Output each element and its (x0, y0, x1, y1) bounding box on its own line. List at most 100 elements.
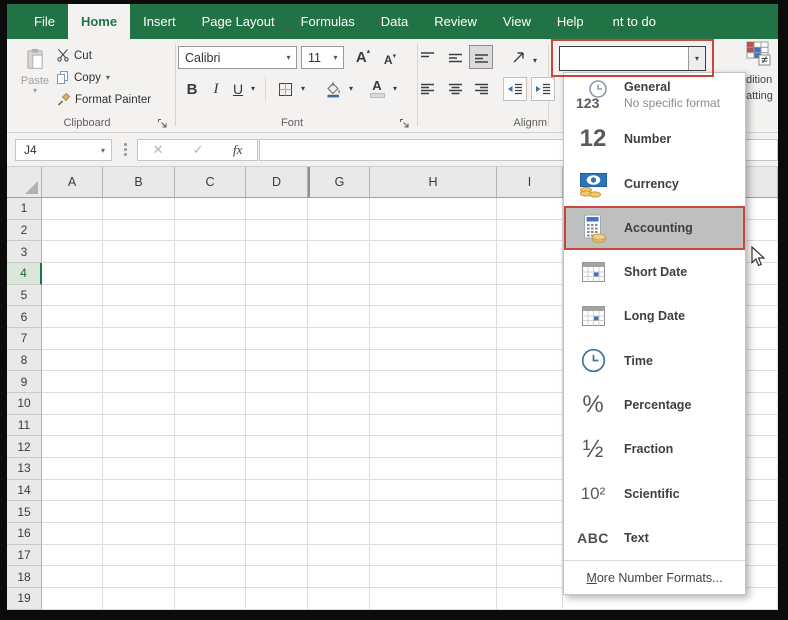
font-size-combobox[interactable]: 11 ▾ (301, 46, 344, 69)
cell-G15[interactable] (308, 501, 370, 523)
copy-button[interactable]: Copy ▾ (57, 68, 110, 87)
number-format-combobox[interactable]: ▾ (559, 46, 706, 71)
row-header-12[interactable]: 12 (7, 436, 42, 458)
cell-H4[interactable] (370, 263, 497, 285)
cell-B4[interactable] (103, 263, 175, 285)
cell-I19[interactable] (497, 588, 563, 610)
cell-C6[interactable] (175, 306, 246, 328)
cell-H15[interactable] (370, 501, 497, 523)
tab-file[interactable]: File (21, 4, 68, 39)
cell-A19[interactable] (42, 588, 103, 610)
cell-I3[interactable] (497, 241, 563, 263)
cell-I13[interactable] (497, 458, 563, 480)
cell-D2[interactable] (246, 220, 308, 242)
cell-H14[interactable] (370, 480, 497, 502)
cell-B6[interactable] (103, 306, 175, 328)
decrease-font-size-button[interactable]: A▾ (379, 48, 401, 72)
format-option-number[interactable]: 12Number (564, 117, 745, 161)
cell-B18[interactable] (103, 566, 175, 588)
column-header-A[interactable]: A (42, 167, 103, 197)
font-dialog-launcher-icon[interactable] (399, 116, 411, 128)
cell-A10[interactable] (42, 393, 103, 415)
cell-A15[interactable] (42, 501, 103, 523)
cell-H1[interactable] (370, 198, 497, 220)
cell-H9[interactable] (370, 371, 497, 393)
formula-bar-grip[interactable] (124, 143, 127, 156)
cell-A3[interactable] (42, 241, 103, 263)
cell-B12[interactable] (103, 436, 175, 458)
enter-icon[interactable]: ✓ (193, 142, 204, 158)
row-header-14[interactable]: 14 (7, 480, 42, 502)
tab-help[interactable]: Help (544, 4, 597, 39)
clipboard-dialog-launcher-icon[interactable] (157, 116, 169, 128)
cell-A11[interactable] (42, 415, 103, 437)
cell-A14[interactable] (42, 480, 103, 502)
cell-G7[interactable] (308, 328, 370, 350)
cell-D10[interactable] (246, 393, 308, 415)
cell-I16[interactable] (497, 523, 563, 545)
cell-C16[interactable] (175, 523, 246, 545)
borders-button[interactable] (275, 77, 295, 101)
tab-view[interactable]: View (490, 4, 544, 39)
cell-G13[interactable] (308, 458, 370, 480)
cell-C13[interactable] (175, 458, 246, 480)
cell-H12[interactable] (370, 436, 497, 458)
cell-A8[interactable] (42, 350, 103, 372)
cell-B14[interactable] (103, 480, 175, 502)
cell-B2[interactable] (103, 220, 175, 242)
cell-D9[interactable] (246, 371, 308, 393)
cell-G10[interactable] (308, 393, 370, 415)
cell-A2[interactable] (42, 220, 103, 242)
row-header-3[interactable]: 3 (7, 241, 42, 263)
cell-C8[interactable] (175, 350, 246, 372)
row-header-9[interactable]: 9 (7, 371, 42, 393)
cell-H18[interactable] (370, 566, 497, 588)
row-header-15[interactable]: 15 (7, 501, 42, 523)
italic-button[interactable]: I (207, 77, 225, 101)
format-option-accounting[interactable]: Accounting (564, 206, 745, 250)
row-header-2[interactable]: 2 (7, 220, 42, 242)
column-header-B[interactable]: B (103, 167, 175, 197)
cell-A16[interactable] (42, 523, 103, 545)
cell-C14[interactable] (175, 480, 246, 502)
cell-B1[interactable] (103, 198, 175, 220)
cell-G11[interactable] (308, 415, 370, 437)
cell-H2[interactable] (370, 220, 497, 242)
format-option-long-date[interactable]: Long Date (564, 294, 745, 338)
cell-I9[interactable] (497, 371, 563, 393)
cell-C11[interactable] (175, 415, 246, 437)
cell-I8[interactable] (497, 350, 563, 372)
underline-button[interactable]: U (229, 77, 247, 101)
cell-I4[interactable] (497, 263, 563, 285)
cell-C4[interactable] (175, 263, 246, 285)
column-header-I[interactable]: I (497, 167, 563, 197)
cell-H17[interactable] (370, 545, 497, 567)
tell-me-text[interactable]: nt to do (613, 4, 656, 39)
cell-G1[interactable] (308, 198, 370, 220)
decrease-indent-button[interactable] (503, 77, 527, 101)
column-header-D[interactable]: D (246, 167, 308, 197)
cell-H7[interactable] (370, 328, 497, 350)
tab-insert[interactable]: Insert (130, 4, 189, 39)
cell-D17[interactable] (246, 545, 308, 567)
column-header-H[interactable]: H (370, 167, 497, 197)
row-header-1[interactable]: 1 (7, 198, 42, 220)
cell-G3[interactable] (308, 241, 370, 263)
increase-font-size-button[interactable]: A▴ (352, 45, 374, 69)
bold-button[interactable]: B (183, 77, 201, 101)
cell-A4[interactable] (42, 263, 103, 285)
cell-G18[interactable] (308, 566, 370, 588)
format-option-short-date[interactable]: Short Date (564, 250, 745, 294)
cell-G2[interactable] (308, 220, 370, 242)
format-painter-button[interactable]: Format Painter (57, 90, 151, 109)
increase-indent-button[interactable] (531, 77, 555, 101)
row-header-7[interactable]: 7 (7, 328, 42, 350)
cell-H6[interactable] (370, 306, 497, 328)
tab-data[interactable]: Data (368, 4, 421, 39)
cell-B8[interactable] (103, 350, 175, 372)
cell-A12[interactable] (42, 436, 103, 458)
cell-B5[interactable] (103, 285, 175, 307)
select-all-corner[interactable] (7, 167, 42, 197)
cell-C15[interactable] (175, 501, 246, 523)
row-header-16[interactable]: 16 (7, 523, 42, 545)
